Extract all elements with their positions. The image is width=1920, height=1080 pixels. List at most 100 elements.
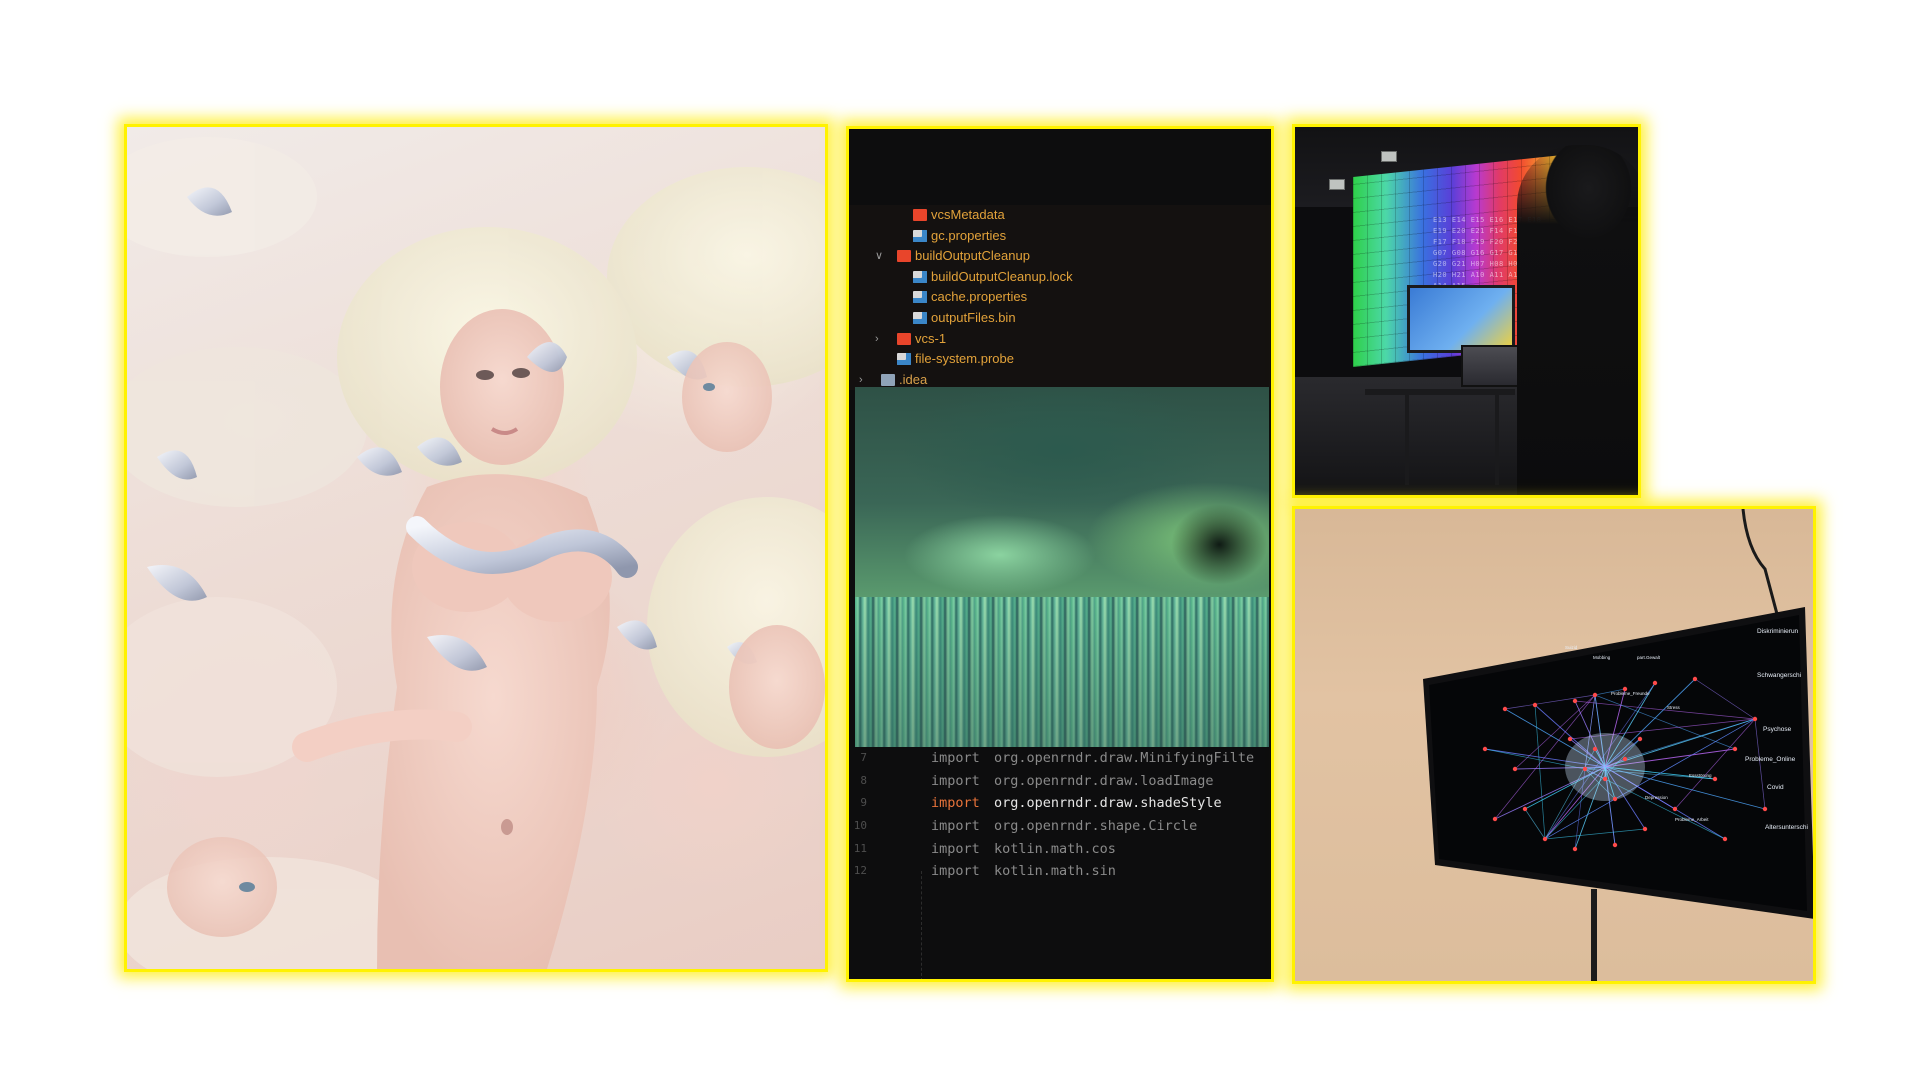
network-edge [1569, 738, 1606, 768]
code-text: org.openrndr.draw.loadImage [994, 772, 1214, 789]
network-node-label: Suizid [1565, 645, 1578, 650]
indent-guide [921, 871, 923, 979]
line-number: 8 [860, 773, 867, 787]
tree-item[interactable]: ∨ buildOutputCleanup [849, 246, 1271, 267]
collage-image-panel [124, 124, 828, 972]
network-edge [1604, 766, 1646, 830]
network-edge [1674, 718, 1756, 810]
tree-item-label: outputFiles.bin [931, 309, 1016, 325]
network-graph [1482, 676, 1768, 852]
chevron-right-icon[interactable]: › [875, 329, 887, 350]
network-edge [1524, 808, 1546, 840]
network-node-label: Probleme_Online [1745, 756, 1796, 763]
file-icon [913, 270, 927, 283]
tree-item[interactable]: gc.properties [849, 226, 1271, 247]
chevron-down-icon[interactable]: ∨ [875, 246, 887, 267]
network-edge [1584, 766, 1606, 770]
network-edge [1594, 694, 1616, 846]
network-edge [1584, 768, 1726, 840]
glitch-render-top [855, 387, 1269, 597]
tree-item[interactable]: vcsMetadata [849, 205, 1271, 226]
tv-network-illustration: Diskriminierun Schwangerschi Psychose Probl… [1423, 509, 1813, 981]
line-number: 10 [853, 819, 867, 833]
network-edge [1524, 766, 1606, 810]
desk-leg [1495, 395, 1499, 485]
network-node-label: Stress [1667, 705, 1681, 710]
code-line[interactable]: 9 import org.openrndr.draw.shadeStyle [849, 792, 1271, 815]
tree-item-label: buildOutputCleanup [915, 248, 1030, 264]
network-node [1482, 746, 1488, 752]
network-edge [1514, 766, 1606, 770]
tree-item[interactable]: file-system.probe [849, 349, 1271, 370]
network-node [1692, 676, 1698, 682]
network-edge [1604, 766, 1676, 810]
file-icon [913, 291, 927, 304]
network-edge [1604, 688, 1626, 768]
file-icon [913, 229, 927, 242]
tree-item-label: vcsMetadata [931, 207, 1005, 222]
network-node-label: Depression [1645, 795, 1668, 800]
network-node [1712, 776, 1718, 782]
tree-item[interactable]: cache.properties [849, 287, 1271, 308]
tree-item-label: cache.properties [931, 289, 1028, 305]
project-file-tree: vcsMetadata gc.properties ∨ buildOutputClea… [849, 205, 1271, 391]
code-text: org.openrndr.draw.MinifyingFilte [994, 750, 1255, 766]
network-edge [1544, 748, 1596, 840]
network-edge [1604, 748, 1736, 768]
code-text: kotlin.math.cos [994, 840, 1116, 857]
line-number: 11 [853, 841, 867, 855]
network-edge [1584, 768, 1606, 780]
network-edge [1544, 718, 1756, 840]
network-node [1752, 716, 1758, 722]
network-edge [1604, 766, 1726, 840]
network-node [1637, 736, 1643, 742]
network-node-label: part.Gewalt [1637, 655, 1661, 660]
code-editor-panel: vcsMetadata gc.properties ∨ buildOutputClea… [846, 126, 1274, 982]
tree-item[interactable]: › vcs-1 [849, 329, 1271, 350]
network-edge [1584, 768, 1616, 800]
folder-plain-icon [881, 373, 895, 386]
code-line[interactable]: 10 import org.openrndr.shape.Circle [849, 815, 1271, 838]
network-node [1672, 806, 1678, 812]
code-line[interactable]: 8 import org.openrndr.draw.loadImage [849, 770, 1271, 793]
tree-item[interactable]: outputFiles.bin [849, 308, 1271, 329]
code-line[interactable]: 11 import kotlin.math.cos [849, 838, 1271, 861]
network-edge [1574, 768, 1586, 850]
line-number: 9 [860, 796, 867, 810]
network-edge [1544, 828, 1646, 840]
glitch-render-streaks [855, 597, 1269, 747]
code-text: org.openrndr.draw.shadeStyle [994, 795, 1222, 812]
network-node [1622, 686, 1628, 692]
code-line[interactable]: 12 import kotlin.math.sin [849, 860, 1271, 883]
network-node [1642, 826, 1648, 832]
person-silhouette [1517, 145, 1638, 495]
network-edge [1594, 688, 1626, 696]
folder-icon [913, 209, 927, 221]
desk-leg [1405, 395, 1409, 485]
network-edge [1484, 748, 1586, 770]
network-edge [1544, 738, 1641, 840]
network-edge [1544, 766, 1606, 840]
network-hub-glow [1565, 733, 1645, 801]
laptop-screen [1461, 345, 1523, 387]
tree-item-label: vcs-1 [915, 330, 947, 346]
code-keyword: import [931, 795, 980, 812]
glitch-render-image [855, 387, 1269, 747]
network-node-label: Probleme_Arbeit [1675, 817, 1709, 822]
network-node [1732, 746, 1738, 752]
network-node [1532, 702, 1538, 708]
network-node [1542, 836, 1548, 842]
network-edge [1584, 694, 1596, 770]
ceiling-light [1381, 151, 1397, 162]
network-edge [1594, 694, 1606, 768]
network-edge [1574, 700, 1756, 720]
installation-photo-panel: E13 E14 E15 E16 E17 E18 E19 E20 E21 F14 … [1292, 124, 1641, 498]
network-node [1502, 706, 1508, 712]
code-text: kotlin.math.sin [994, 863, 1116, 880]
network-edge [1604, 766, 1716, 780]
network-edge [1604, 718, 1756, 768]
code-keyword: import [931, 840, 980, 857]
tree-item[interactable]: buildOutputCleanup.lock [849, 267, 1271, 288]
network-edge [1604, 678, 1696, 768]
code-line[interactable]: 7 import org.openrndr.draw.MinifyingFilte [849, 747, 1271, 770]
